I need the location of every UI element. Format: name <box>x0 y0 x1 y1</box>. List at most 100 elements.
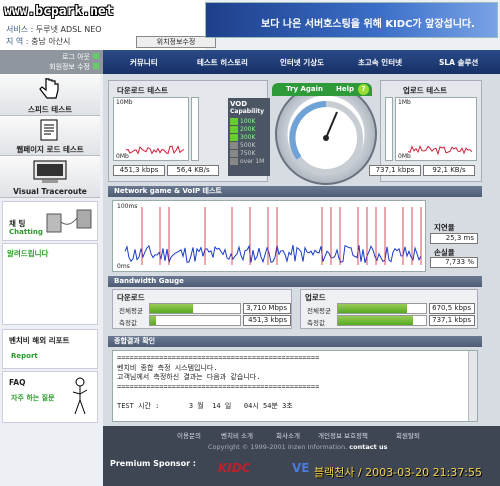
vod-level-item: 500K <box>230 142 264 149</box>
capture-stamp: 블랙천사 / 2003-03-20 21:37:55 <box>314 466 483 479</box>
member-edit-label: 회원정보 수정 <box>49 63 90 71</box>
vod-level-item: 750K <box>230 150 264 157</box>
network-section-title: Network game & VoIP 테스트 <box>108 186 482 197</box>
upload-kbps: 737,1 kbps <box>369 165 421 176</box>
region-info: 지 역 : 충남 아산시 <box>6 36 70 47</box>
service-info: 서비스 : 두루넷 ADSL NEO <box>6 24 102 35</box>
region-label: 지 역 : <box>6 37 29 46</box>
watermark: www.bcpark.net <box>4 4 114 19</box>
bw-upload-meas-bar <box>338 316 413 325</box>
nav-community[interactable]: 커뮤니티 <box>130 57 158 68</box>
gauge-needle <box>289 101 363 175</box>
latency-label: 지연율 <box>434 223 455 232</box>
bw-download-meas: 451,3 kbps <box>243 315 291 326</box>
vod-level-item: 100K <box>230 118 264 125</box>
network-graph: 100ms 0ms <box>112 200 426 272</box>
vod-level-label: 100K <box>240 118 256 125</box>
nav-sla[interactable]: SLA 솔루션 <box>439 57 478 68</box>
upload-panel: 업로드 테스트 1Mb 0Mb 737,1 kbps 92,1 KB/s <box>369 80 482 182</box>
nav-test-history[interactable]: 테스트 히스토리 <box>197 57 248 68</box>
region-value: 충남 아산시 <box>31 37 71 46</box>
vod-panel: VOD Capability 100K 200K 300K 500K 750K over … <box>228 98 270 176</box>
copyright: Copyright © 1999-2001 Inzen Information.… <box>208 443 387 451</box>
report-title: 벤치비 해외 리포트 <box>9 336 70 345</box>
logout-link[interactable]: 로그 아웃 <box>62 52 99 62</box>
result-text: ========================================… <box>117 354 320 410</box>
vod-level-indicator <box>230 126 238 133</box>
sponsor-label: Premium Sponsor : <box>110 459 196 468</box>
vod-levels: 100K 200K 300K 500K 750K over 1M <box>230 118 264 166</box>
kidc-banner[interactable]: 보다 나은 서버호스팅을 위해 KIDC가 앞장섭니다. <box>205 2 498 38</box>
vod-level-indicator <box>230 142 238 149</box>
vod-level-label: 200K <box>240 126 256 133</box>
member-edit-link[interactable]: 회원정보 수정 <box>49 62 99 72</box>
faq-title: FAQ <box>9 378 26 387</box>
vod-level-label: 500K <box>240 142 256 149</box>
contact-link[interactable]: contact us <box>349 443 387 451</box>
kidc-logo[interactable]: KIDC <box>218 461 251 475</box>
document-icon <box>40 119 58 141</box>
trace-line <box>125 145 185 155</box>
footer-link-inquiry[interactable]: 이용문의 <box>177 430 201 440</box>
result-textarea[interactable]: ========================================… <box>112 350 478 422</box>
chat-subtitle: Chatting <box>9 228 43 236</box>
nav-internet-weather[interactable]: 인터넷 기상도 <box>280 57 324 68</box>
bw-upload-avg-bar <box>338 304 407 313</box>
edit-location-button[interactable]: 위치정보수정 <box>136 36 216 48</box>
bw-upload-avg-track <box>337 303 427 314</box>
bandwidth-upload: 업로드 전체평균 측정값 670,5 kbps 737,1 kbps <box>300 289 478 329</box>
bw-download-meas-bar <box>150 316 157 325</box>
result-section-title: 종합결과 확인 <box>108 336 482 347</box>
bw-upload-avg: 670,5 kbps <box>429 303 475 314</box>
bw-download-avg: 3,710 Mbps <box>243 303 291 314</box>
try-again-button[interactable]: Try Again Help ? <box>272 83 372 96</box>
bw-upload-meas-label: 측정값 <box>307 319 325 327</box>
footer-link-privacy[interactable]: 개인정보 보호정책 <box>318 430 368 440</box>
try-again-label: Try Again <box>286 85 323 93</box>
person-icon <box>72 377 88 415</box>
menu-traceroute[interactable]: Visual Traceroute <box>0 156 100 198</box>
chat-box[interactable]: 채 팅 Chatting <box>2 201 98 241</box>
bw-download-meas-track <box>149 315 241 326</box>
tin-can-phone-icon <box>46 209 92 233</box>
footer-link-company[interactable]: 회사소개 <box>276 430 300 440</box>
speed-gauge <box>275 83 377 185</box>
help-link[interactable]: Help <box>336 83 354 96</box>
vod-level-label: 300K <box>240 134 256 141</box>
bw-upload-title: 업로드 <box>305 293 326 302</box>
service-value: 두루넷 ADSL NEO <box>35 25 102 34</box>
top-navigation: 커뮤니티 테스트 히스토리 인터넷 기상도 초고속 인터넷 SLA 솔루션 <box>103 50 500 74</box>
upload-kbs: 92,1 KB/s <box>423 165 475 176</box>
computer-icon <box>33 160 67 183</box>
faq-box[interactable]: FAQ 자주 하는 질문 <box>2 371 98 423</box>
result-scrollbar[interactable] <box>468 351 477 421</box>
speed-test-label: 스피드 테스트 <box>27 105 72 114</box>
traceroute-label: Visual Traceroute <box>13 187 87 196</box>
menu-speed-test[interactable]: 스피드 테스트 <box>0 74 100 116</box>
upload-chart <box>407 144 473 156</box>
report-box[interactable]: 벤치비 해외 리포트 Report <box>2 329 98 369</box>
bw-download-title: 다운로드 <box>117 293 145 302</box>
download-kbs: 56,4 KB/s <box>167 165 219 176</box>
footer-link-withdraw[interactable]: 회원탈퇴 <box>396 430 420 440</box>
help-icon[interactable]: ? <box>358 84 369 95</box>
menu-page-load[interactable]: 웹페이지 로드 테스트 <box>0 116 100 156</box>
footer-link-about-benchbee[interactable]: 벤치비 소개 <box>221 430 253 440</box>
vod-level-label: over 1M <box>240 158 265 165</box>
hand-cursor-icon <box>39 78 59 99</box>
bw-download-meas-label: 측정값 <box>119 319 137 327</box>
nav-broadband[interactable]: 초고속 인터넷 <box>358 57 402 68</box>
latency-value: 25,3 ms <box>430 233 478 244</box>
vod-title: VOD <box>230 100 248 108</box>
ve-logo[interactable]: VE <box>292 461 309 475</box>
download-chart <box>125 145 185 155</box>
vod-level-indicator <box>230 118 238 125</box>
notice-box: 알려드립니다 <box>2 243 98 325</box>
download-level <box>191 97 199 161</box>
logout-label: 로그 아웃 <box>62 53 90 61</box>
vod-level-item: 200K <box>230 126 264 133</box>
arrow-icon <box>93 63 99 69</box>
report-subtitle: Report <box>11 352 38 360</box>
bandwidth-download: 다운로드 전체평균 측정값 3,710 Mbps 451,3 kbps <box>112 289 292 329</box>
vod-subtitle: Capability <box>230 108 265 115</box>
